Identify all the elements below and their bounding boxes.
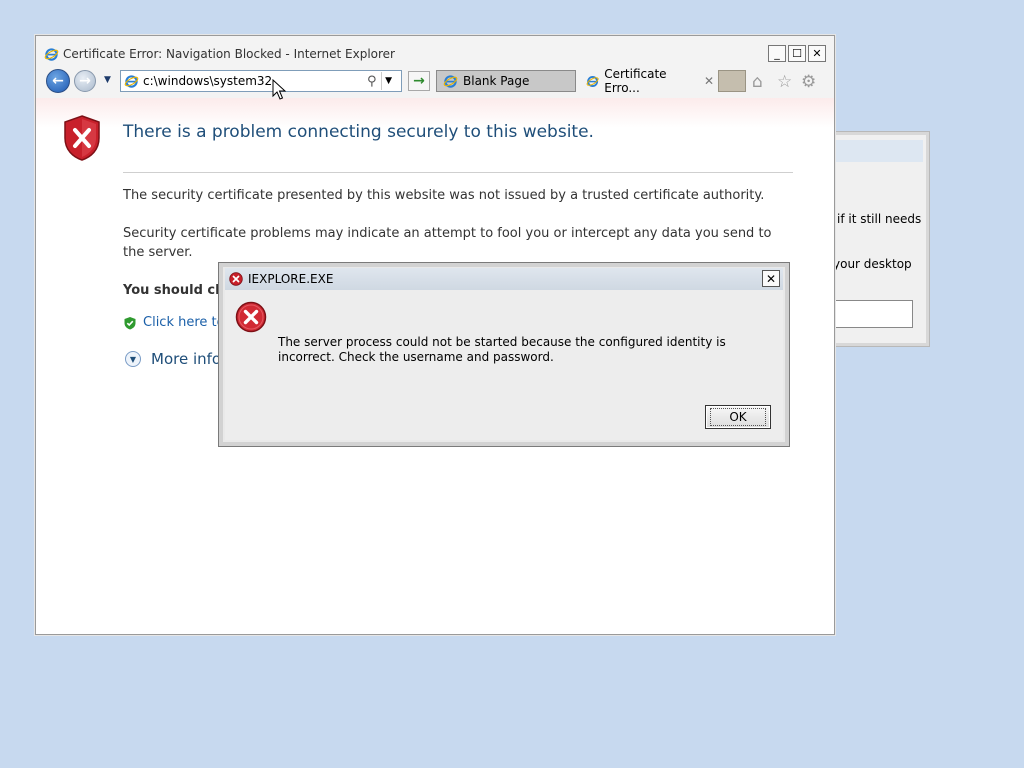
address-input[interactable] <box>143 74 365 88</box>
tab-blank-page[interactable]: Blank Page <box>436 70 576 92</box>
dialog-message: The server process could not be started … <box>278 335 726 364</box>
forward-arrow-icon: → <box>79 73 91 89</box>
dialog-body: The server process could not be started … <box>225 290 783 440</box>
ie-tab-icon <box>443 74 458 88</box>
ok-button[interactable]: OK <box>705 405 771 429</box>
background-window-input[interactable] <box>831 300 913 328</box>
forward-button[interactable]: → <box>74 70 96 92</box>
window-controls: _ ☐ ✕ <box>768 45 826 62</box>
dialog-title: IEXPLORE.EXE <box>248 272 334 286</box>
ie-page-icon <box>124 74 139 88</box>
close-window-button[interactable]: ✕ <box>808 45 826 62</box>
tab-label: Certificate Erro... <box>604 67 667 95</box>
search-icon[interactable]: ⚲ <box>367 74 377 89</box>
back-button[interactable]: ← <box>46 69 70 93</box>
maximize-button[interactable]: ☐ <box>788 45 806 62</box>
title-bar: Certificate Error: Navigation Blocked - … <box>44 45 826 63</box>
gear-icon[interactable]: ⚙ <box>801 72 816 92</box>
background-window-text-1: if it still needs <box>837 212 922 226</box>
dialog-close-button[interactable]: ✕ <box>762 270 780 287</box>
error-icon <box>235 301 267 333</box>
recent-pages-dropdown-icon[interactable]: ▼ <box>104 75 111 85</box>
navigation-bar: ← → ▼ ⚲ ▼ → <box>44 67 826 95</box>
dialog-title-bar: IEXPLORE.EXE ✕ <box>225 268 783 290</box>
divider <box>123 172 793 173</box>
page-heading: There is a problem connecting securely t… <box>123 122 594 142</box>
home-icon[interactable]: ⌂ <box>752 72 763 92</box>
minimize-button[interactable]: _ <box>768 45 786 62</box>
ie-tab-icon <box>586 75 599 87</box>
tab-certificate-error[interactable]: Certificate Erro... ✕ <box>580 67 714 95</box>
mouse-cursor-icon <box>272 79 286 100</box>
ie-logo-icon <box>44 47 59 61</box>
tab-close-icon[interactable]: ✕ <box>704 74 714 88</box>
security-warning: Security certificate problems may indica… <box>123 226 772 260</box>
address-bar[interactable]: ⚲ ▼ <box>120 70 402 92</box>
address-dropdown-icon[interactable]: ▼ <box>380 72 396 90</box>
go-button[interactable]: → <box>408 71 430 91</box>
certificate-explanation: The security certificate presented by th… <box>123 188 765 203</box>
background-window-text-2: your desktop <box>833 257 912 271</box>
window-title: Certificate Error: Navigation Blocked - … <box>63 47 395 61</box>
chevron-down-icon: ▼ <box>125 351 141 367</box>
favorites-star-icon[interactable]: ☆ <box>777 72 792 92</box>
error-icon <box>229 272 243 286</box>
tab-label: Blank Page <box>463 74 530 88</box>
green-shield-icon <box>124 316 136 329</box>
go-arrow-icon: → <box>413 73 425 89</box>
browser-chrome: Certificate Error: Navigation Blocked - … <box>36 36 834 98</box>
back-arrow-icon: ← <box>52 73 64 89</box>
error-dialog: IEXPLORE.EXE ✕ The server process could … <box>218 262 790 447</box>
ok-button-label: OK <box>710 408 766 426</box>
new-tab-button[interactable] <box>718 70 746 92</box>
background-window-bar <box>833 140 923 162</box>
background-window: if it still needs your desktop <box>820 131 930 347</box>
security-shield-error-icon <box>64 115 100 161</box>
